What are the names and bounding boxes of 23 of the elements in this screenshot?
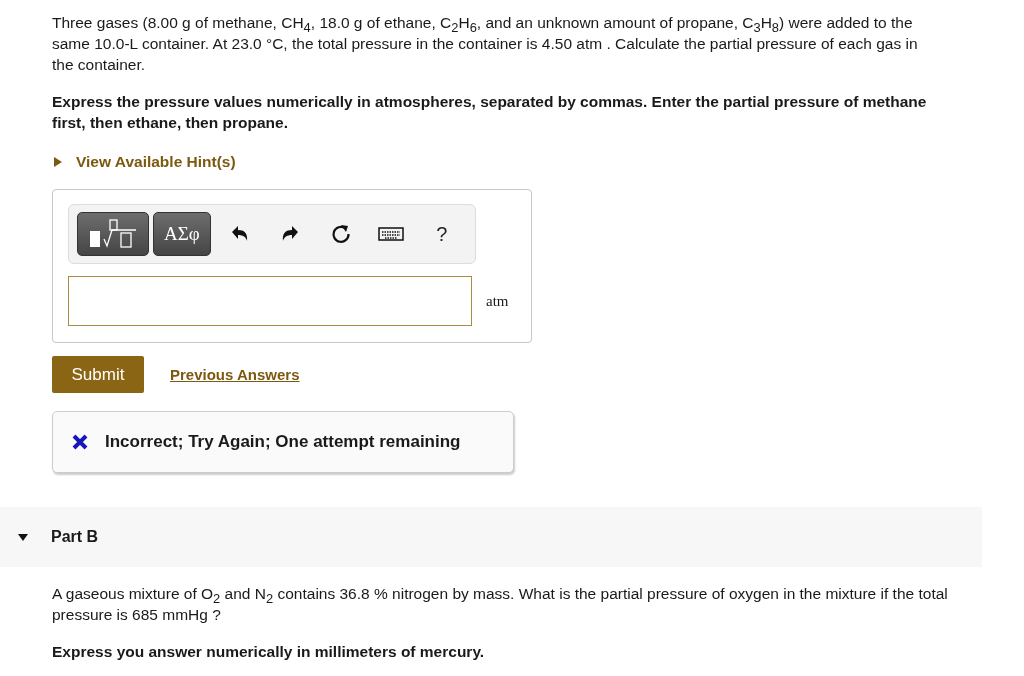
triangle-icon [52, 156, 64, 168]
feedback-text: Incorrect; Try Again; One attempt remaining [105, 432, 461, 452]
part-header[interactable]: Part B [0, 507, 982, 567]
unit-label: atm [486, 292, 509, 310]
cross-icon [71, 433, 89, 451]
question-text: A gaseous mixture of O$_{2}$ and N$_{2}$ contains 36.8 % nitrogen by mass. What is the partial pressure of oxygen in the mixture if the total pressure is 685 mmHg ? [52, 584, 949, 625]
undo-icon [230, 225, 249, 243]
symbols-button[interactable]: ΑΣφ [153, 212, 211, 256]
previous-answers-link[interactable]: Previous Answers [170, 366, 300, 383]
part-title: Part B [51, 528, 99, 546]
instruction-text: Express you answer numerically in millimeters of mercury. [52, 642, 486, 662]
answer-field[interactable] [68, 276, 472, 326]
question-text: Three gases (8.00 g of methane, CH$_{4}$, 18.0 g of ethane, C$_{2}$H$_{6}$, and an unknown amount of propane, C$_{3}$H$_{8}$) were added to the same 10.0-L container. At 23.0 °C, the total pressure in the container is 4.50 atm . Calculate the partial pressure of each gas in the container. [52, 13, 919, 75]
help-button[interactable]: ? [416, 212, 467, 256]
instruction-text: Express the pressure values numerically in atmospheres, separated by commas. Enter the partial pressure of methane first, then ethane, then propane. [52, 92, 928, 133]
reset-icon [330, 224, 351, 244]
submit-button[interactable]: Submit [52, 356, 144, 393]
hints-toggle[interactable]: View Available Hint(s) [52, 153, 236, 171]
templates-button[interactable] [77, 212, 149, 256]
root-template-icon [88, 219, 138, 249]
keyboard-icon [378, 227, 405, 241]
triangle-icon [17, 531, 29, 543]
redo-icon [281, 225, 300, 243]
